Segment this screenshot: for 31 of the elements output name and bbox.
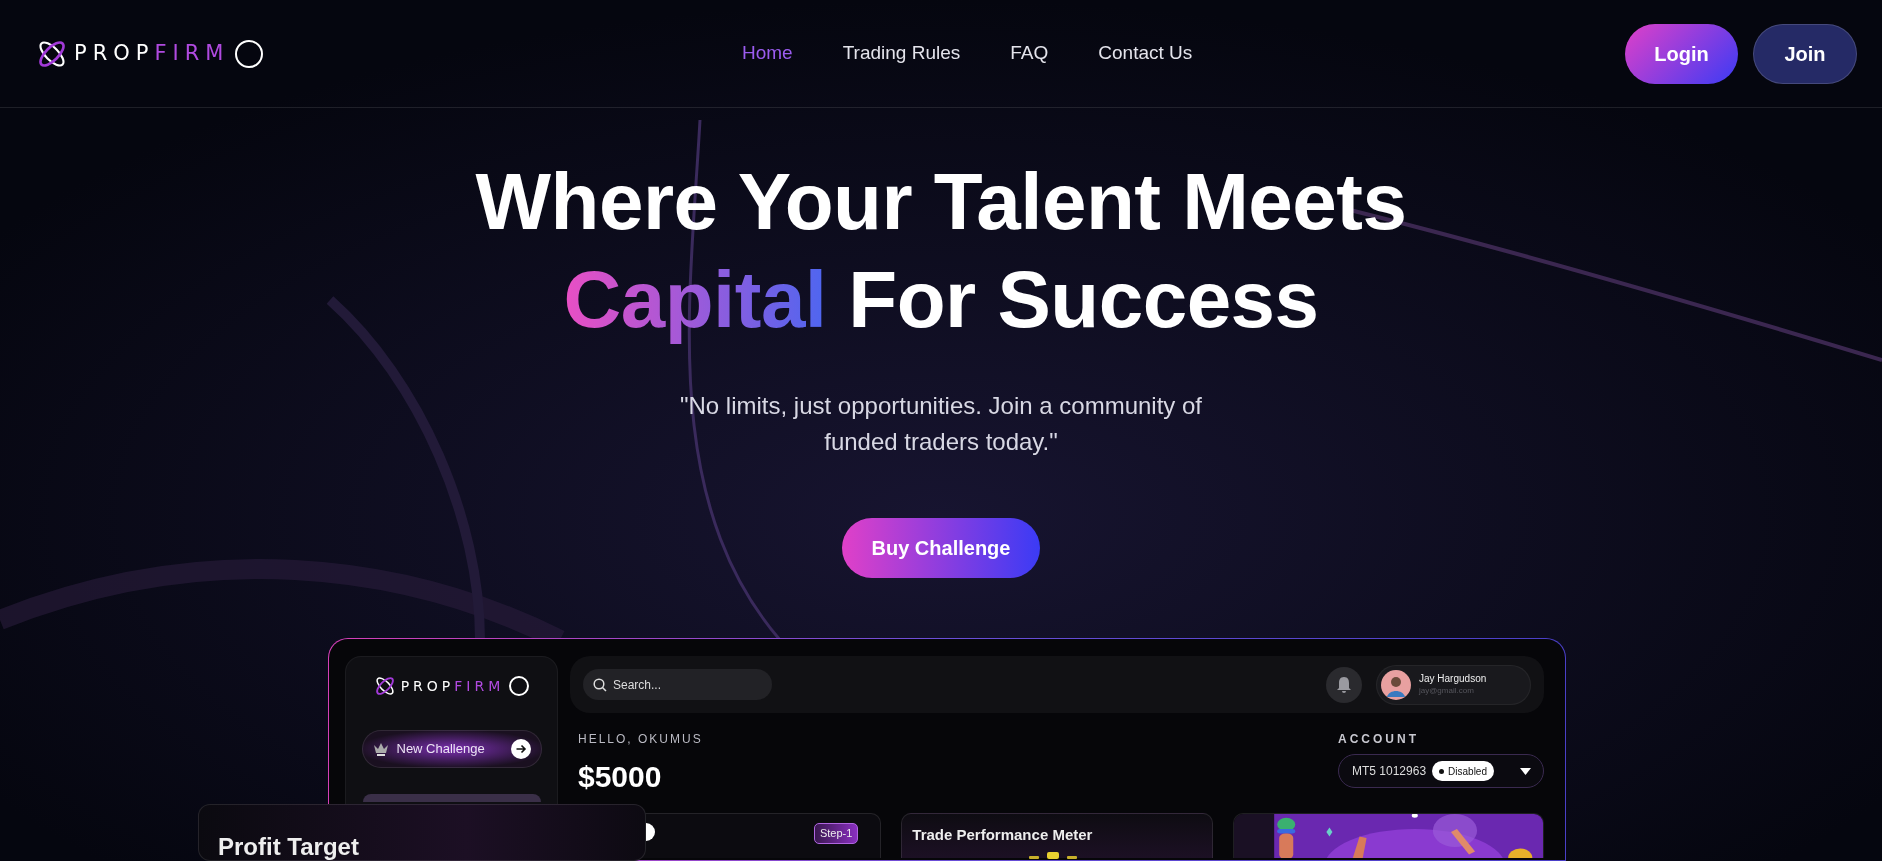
bell-icon xyxy=(1336,675,1352,694)
crown-icon xyxy=(372,741,389,757)
nav-link[interactable]: FAQ xyxy=(1010,39,1049,68)
notification-button[interactable] xyxy=(1326,666,1362,703)
user-name: Jay Hargudson xyxy=(1419,672,1487,685)
step-badge: Step-1 xyxy=(813,823,859,844)
account-dropdown[interactable]: MT5 1012963 Disabled xyxy=(1338,754,1544,788)
caret-icon xyxy=(1520,767,1531,775)
hero-subtitle: "No limits, just opportunities. Join a community of funded traders today." xyxy=(678,391,1204,457)
balance-value: $5000 xyxy=(578,759,663,795)
card-title: Profit Target xyxy=(218,833,359,860)
new-challenge-button[interactable]: New Challenge xyxy=(361,730,542,768)
ring-icon xyxy=(509,676,530,696)
dot-icon xyxy=(1439,768,1445,774)
gauge-drawing xyxy=(1029,851,1080,859)
avatar-icon xyxy=(1381,669,1411,700)
status-text: Disabled xyxy=(1448,764,1487,779)
account-id: MT5 1012963 xyxy=(1352,763,1427,780)
buy-challenge-button[interactable]: Buy Challenge xyxy=(842,518,1040,578)
hero-heading: Where Your Talent Meets Capital For Success xyxy=(475,156,1407,346)
search-field[interactable]: Search... xyxy=(583,669,772,700)
card-title: Trade Performance Meter xyxy=(912,826,1093,843)
greeting-text: HELLO, OKUMUS xyxy=(578,731,703,748)
account-label: ACCOUNT xyxy=(1338,731,1420,748)
nav-link[interactable]: Contact Us xyxy=(1098,39,1193,68)
logo-text: PROP FIRM xyxy=(74,39,230,67)
ring-icon xyxy=(235,39,264,68)
nav-link[interactable]: Home xyxy=(742,39,793,68)
nav-link[interactable]: Trading Rules xyxy=(842,39,961,68)
logo-text: PROP FIRM xyxy=(400,676,505,696)
logo-icon xyxy=(373,675,396,697)
